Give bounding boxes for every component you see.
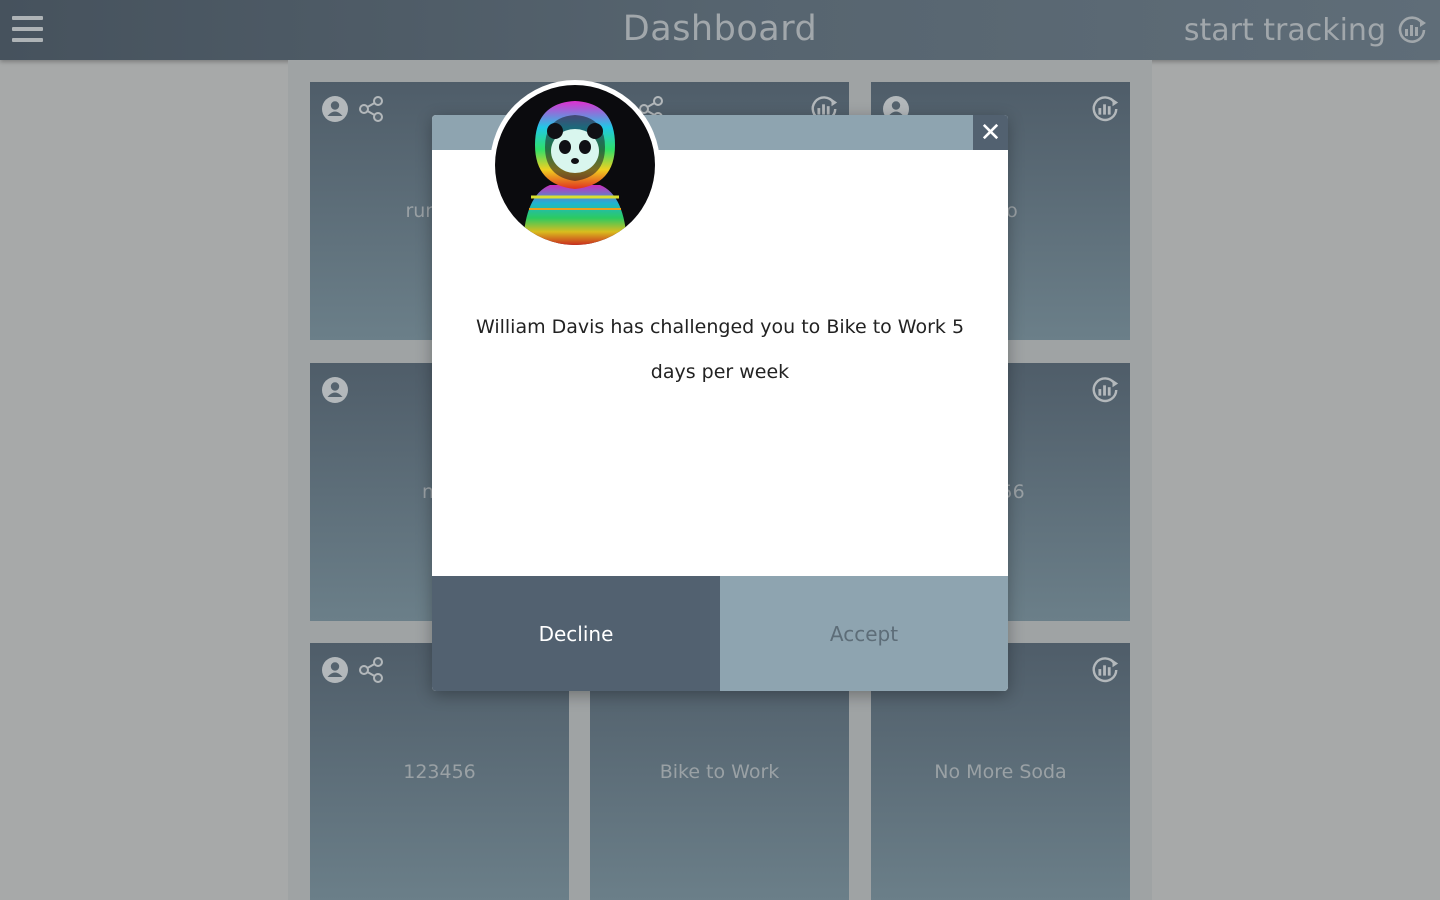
chart-refresh-icon (1398, 16, 1426, 43)
chart-refresh-icon[interactable] (1090, 375, 1120, 405)
share-icon[interactable] (356, 655, 386, 685)
accept-button[interactable]: Accept (720, 576, 1008, 691)
modal-actions: Decline Accept (432, 576, 1008, 691)
user-icon[interactable] (320, 375, 350, 405)
user-icon[interactable] (320, 94, 350, 124)
user-icon[interactable] (320, 655, 350, 685)
challenger-avatar (490, 80, 660, 250)
decline-button[interactable]: Decline (432, 576, 720, 691)
tile-title: 123456 (403, 761, 476, 783)
start-tracking-label: start tracking (1183, 12, 1386, 48)
chart-refresh-icon[interactable] (1090, 655, 1120, 685)
tile-title: Bike to Work (659, 761, 780, 783)
share-icon[interactable] (356, 94, 386, 124)
panda-astronaut-avatar (495, 85, 655, 245)
app-header: Dashboard start tracking (0, 0, 1440, 60)
close-icon[interactable]: ✕ (973, 115, 1008, 150)
start-tracking-button[interactable]: start tracking (1184, 12, 1428, 48)
chart-refresh-icon[interactable] (1090, 94, 1120, 124)
challenge-message: William Davis has challenged you to Bike… (475, 316, 965, 383)
tile-title: No More Soda (934, 761, 1067, 783)
